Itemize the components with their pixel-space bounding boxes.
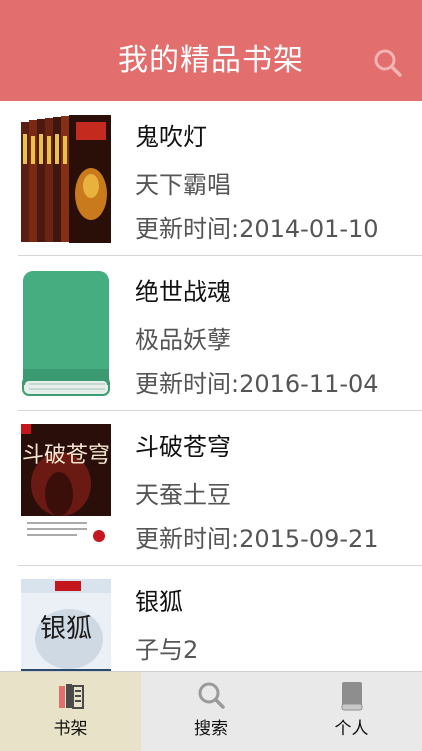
search-icon	[198, 682, 225, 709]
book-cover: 银狐	[21, 579, 111, 671]
book-row[interactable]: 斗破苍穹 斗破苍穹 天蚕土豆 更新时间:2015-09-21	[0, 411, 422, 566]
tab-label: 搜索	[194, 719, 228, 739]
tab-search[interactable]: 搜索	[141, 672, 281, 751]
book-cover	[21, 269, 111, 399]
nav-header: 我的精品书架	[0, 0, 422, 101]
book-set-cover-image	[21, 114, 111, 244]
book-update-time: 更新时间:2016-11-04	[135, 370, 379, 398]
book-row[interactable]: 绝世战魂 极品妖孽 更新时间:2016-11-04	[0, 256, 422, 411]
book-update-time: 更新时间:2014-01-10	[135, 215, 379, 243]
tab-label: 书架	[53, 719, 88, 739]
book-update-time: 更新时间:2015-09-21	[135, 525, 379, 553]
book-title: 鬼吹灯	[135, 123, 207, 151]
book-cover: 斗破苍穹	[21, 424, 111, 554]
doupo-cover-image: 斗破苍穹	[21, 424, 111, 554]
book-icon	[341, 682, 362, 711]
tab-bookshelf[interactable]: 书架	[0, 672, 141, 751]
book-author: 子与2	[135, 636, 199, 664]
yinhu-cover-image: 银狐	[21, 579, 111, 671]
book-cover	[21, 114, 111, 244]
book-row[interactable]: 银狐 银狐 子与2	[0, 566, 422, 671]
green-book-cover-image	[22, 271, 110, 396]
page-title: 我的精品书架	[118, 43, 304, 78]
bookshelf-icon	[58, 684, 84, 709]
tab-label: 个人	[334, 719, 369, 739]
tab-profile[interactable]: 个人	[281, 672, 422, 751]
book-title: 绝世战魂	[135, 278, 231, 306]
cover-title-text: 银狐	[40, 614, 92, 644]
book-title: 银狐	[135, 588, 183, 616]
book-title: 斗破苍穹	[135, 433, 231, 461]
search-icon[interactable]	[372, 47, 404, 79]
tab-bar: 书架 搜索 个人	[0, 671, 422, 751]
book-list: 鬼吹灯 天下霸唱 更新时间:2014-01-10 绝世战魂 极品妖孽 更新时间:…	[0, 101, 422, 671]
cover-title-text: 斗破苍穹	[22, 443, 110, 468]
book-author: 天下霸唱	[135, 171, 231, 199]
book-author: 天蚕土豆	[135, 481, 231, 509]
book-row[interactable]: 鬼吹灯 天下霸唱 更新时间:2014-01-10	[0, 101, 422, 256]
book-author: 极品妖孽	[135, 326, 231, 354]
